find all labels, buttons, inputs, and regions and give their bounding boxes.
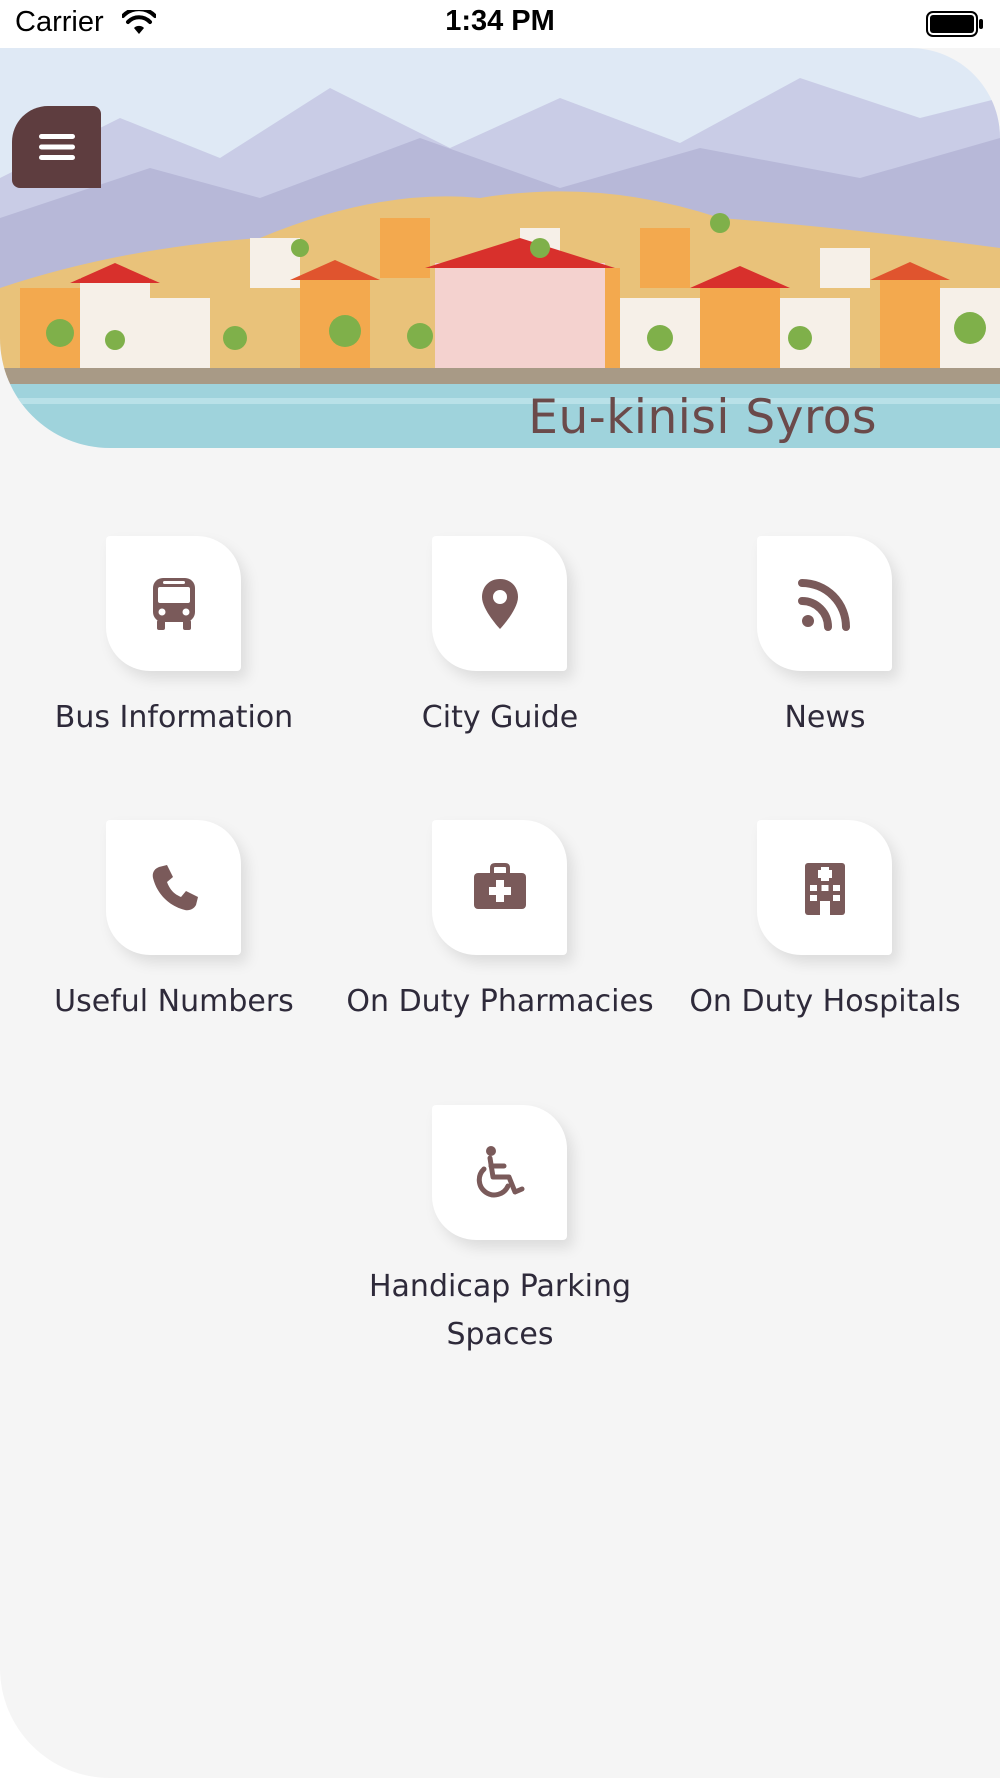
main-content: Eu-kinisi Syros Bus Information City Gui… (0, 48, 1000, 1778)
town-illustration (0, 48, 1000, 448)
phone-icon (152, 864, 198, 910)
tile-icon-box[interactable] (757, 820, 892, 955)
hospital-icon (804, 862, 845, 915)
tile-icon-box[interactable] (757, 536, 892, 671)
status-bar: Carrier 1:34 PM (0, 0, 1000, 48)
tile-icon-box[interactable] (432, 820, 567, 955)
tile-label: Bus Information (54, 700, 294, 735)
tile-label: Handicap Parking Spaces (368, 1269, 632, 1352)
map-pin-icon (481, 578, 518, 629)
tile-icon-box[interactable] (432, 536, 567, 671)
battery-icon (926, 11, 983, 37)
tile-label: City Guide (421, 700, 579, 735)
bus-icon (152, 577, 195, 630)
wheelchair-icon (476, 1145, 524, 1197)
tile-label: On Duty Pharmacies (346, 984, 654, 1019)
rss-icon (797, 578, 850, 631)
hamburger-icon (38, 134, 75, 160)
first-aid-kit-icon (473, 862, 526, 909)
app-title: Eu-kinisi Syros (528, 390, 877, 445)
tile-label: Useful Numbers (54, 984, 294, 1019)
tile-label: News (784, 700, 866, 735)
tile-icon-box[interactable] (432, 1105, 567, 1240)
clock: 1:34 PM (445, 5, 555, 37)
header-banner: Eu-kinisi Syros (0, 48, 1000, 448)
tile-icon-box[interactable] (106, 536, 241, 671)
tile-label: On Duty Hospitals (689, 984, 961, 1019)
tile-icon-box[interactable] (106, 820, 241, 955)
hamburger-menu-button[interactable] (12, 106, 101, 188)
